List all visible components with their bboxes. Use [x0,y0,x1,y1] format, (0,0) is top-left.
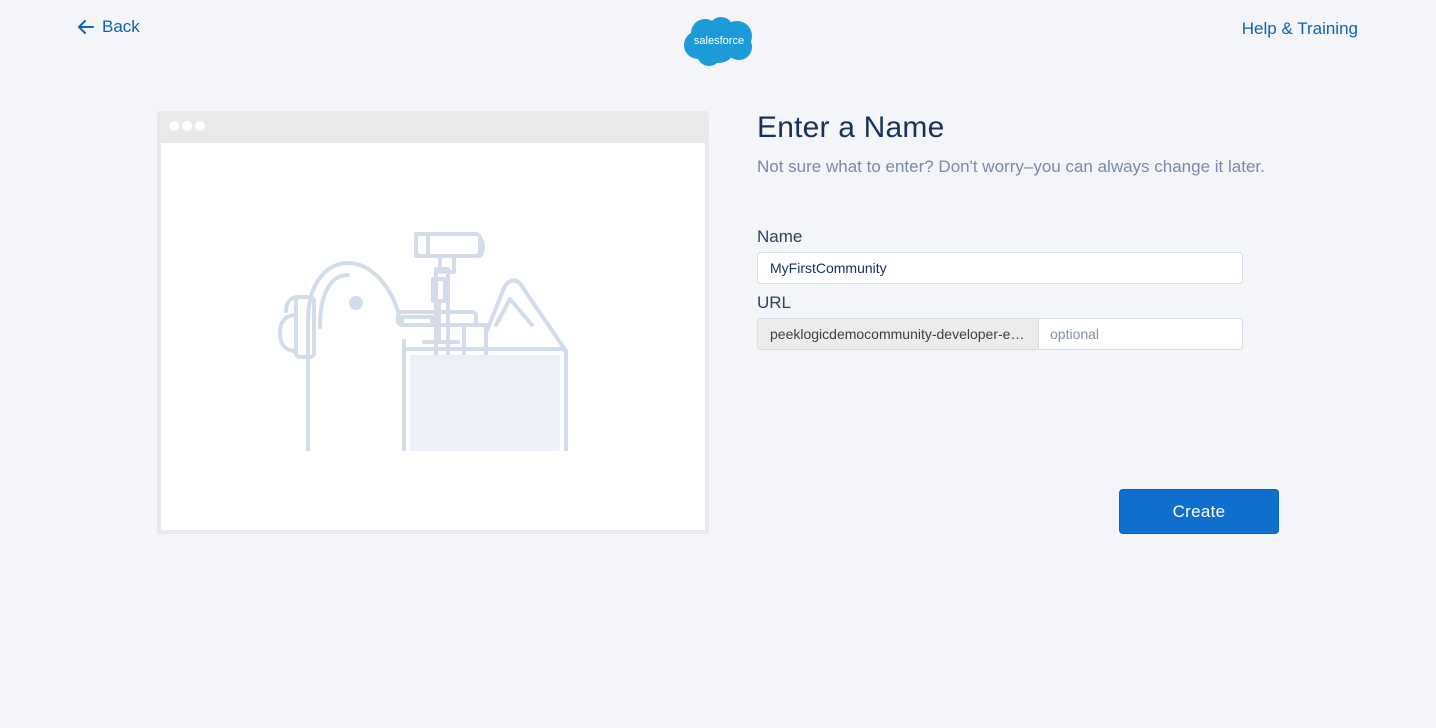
toolbox-illustration-icon [278,232,568,451]
name-label: Name [757,227,803,246]
window-dot [169,121,179,131]
page-title: Enter a Name [757,111,945,144]
url-suffix-input[interactable] [1038,318,1243,350]
salesforce-logo: salesforce [683,16,755,68]
back-link[interactable]: Back [78,17,140,37]
template-preview [157,111,709,534]
logo-text: salesforce [694,35,744,47]
create-button[interactable]: Create [1119,489,1279,534]
url-label: URL [757,293,792,312]
preview-canvas [161,143,705,530]
page-subtitle: Not sure what to enter? Don't worry–you … [757,157,1265,176]
window-dot [195,121,205,131]
back-label: Back [102,17,140,36]
name-input[interactable] [757,252,1243,284]
url-field-group: peeklogicdemocommunity-developer-edition… [757,318,1243,350]
name-form: Enter a Name Not sure what to enter? Don… [757,111,1287,350]
arrow-left-icon [78,20,94,34]
help-training-link[interactable]: Help & Training [1242,19,1358,39]
window-dots [169,121,205,131]
window-dot [182,121,192,131]
url-prefix: peeklogicdemocommunity-developer-edition… [757,318,1038,350]
